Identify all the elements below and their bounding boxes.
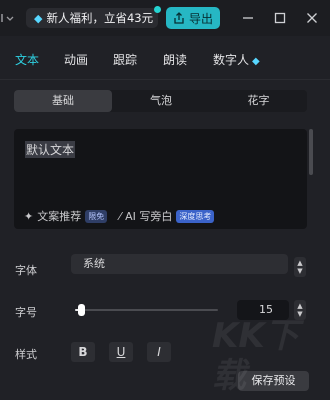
style-segmented-control: 基础 气泡 花字 xyxy=(14,90,307,112)
notification-dot xyxy=(154,6,161,13)
tab-read-aloud[interactable]: 朗读 xyxy=(163,51,187,68)
export-label: 导出 xyxy=(188,11,213,26)
textbox-scrollbar[interactable] xyxy=(309,129,313,175)
text-content: 默认文本 xyxy=(25,141,76,158)
minimize-icon xyxy=(243,17,253,19)
magic-wand-icon: ⁄ xyxy=(119,209,122,223)
tab-digital-human-label: 数字人 xyxy=(213,53,250,67)
italic-button[interactable]: I xyxy=(147,342,171,362)
font-stepper[interactable]: ▲ ▼ xyxy=(294,257,306,277)
minimize-button[interactable] xyxy=(238,8,258,28)
tab-tracking[interactable]: 跟踪 xyxy=(113,51,137,68)
tab-text[interactable]: 文本 xyxy=(15,51,39,68)
text-tools: ✦ 文案推荐 限免 ⁄ AI 写旁白 深度思考 xyxy=(24,208,215,224)
font-label: 字体 xyxy=(15,264,37,277)
segment-bubble[interactable]: 气泡 xyxy=(112,90,210,112)
deep-thinking-badge: 深度思考 xyxy=(176,209,215,223)
chevron-up-icon: ▲ xyxy=(297,302,303,310)
copy-recommend-button[interactable]: 文案推荐 xyxy=(37,208,81,224)
free-badge: 限免 xyxy=(85,209,108,223)
close-icon xyxy=(307,13,317,23)
font-size-slider[interactable] xyxy=(75,304,218,316)
maximize-icon xyxy=(274,12,286,24)
tab-digital-human[interactable]: 数字人 ◆ xyxy=(213,51,260,68)
style-label: 样式 xyxy=(15,348,37,361)
diamond-icon: ◆ xyxy=(252,56,260,67)
underline-button[interactable]: U xyxy=(109,342,133,362)
maximize-button[interactable] xyxy=(270,8,290,28)
chevron-up-icon: ▲ xyxy=(297,259,303,267)
font-select[interactable]: 系统 xyxy=(71,254,288,274)
promo-banner[interactable]: ◆ 新人福利，立省43元 xyxy=(26,6,161,28)
chevron-down-icon: ▼ xyxy=(297,267,303,275)
share-icon xyxy=(174,12,184,24)
promo-text: 新人福利，立省43元 xyxy=(46,11,154,25)
title-bar: ◆ 新人福利，立省43元 导出 xyxy=(0,0,330,36)
bold-button[interactable]: B xyxy=(71,342,95,362)
menu-chevron-icon[interactable] xyxy=(0,8,18,28)
diamond-icon: ◆ xyxy=(34,11,43,25)
segment-fancy-text[interactable]: 花字 xyxy=(210,90,307,112)
export-button[interactable]: 导出 xyxy=(166,7,220,29)
ai-narration-button[interactable]: AI 写旁白 xyxy=(125,208,172,224)
panel-tabs: 文本 动画 跟踪 朗读 数字人 ◆ xyxy=(0,37,330,80)
segment-basic[interactable]: 基础 xyxy=(14,90,112,112)
slider-thumb[interactable] xyxy=(78,304,85,316)
tab-animation[interactable]: 动画 xyxy=(64,51,88,68)
watermark-logo: KK下载 xyxy=(212,316,299,396)
sparkle-icon: ✦ xyxy=(24,209,34,223)
font-size-label: 字号 xyxy=(15,306,37,319)
close-button[interactable] xyxy=(302,8,322,28)
